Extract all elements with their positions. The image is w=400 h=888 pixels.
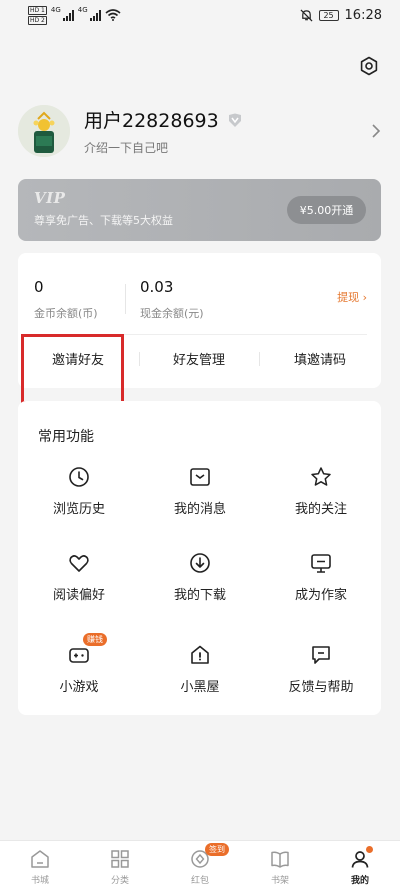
friend-management-button[interactable]: 好友管理	[173, 349, 225, 368]
cash-balance-value: 0.03	[140, 278, 174, 296]
avatar-image	[18, 105, 70, 157]
vip-card[interactable]: VIP 尊享免广告、下载等5大权益 ¥5.00开通	[18, 179, 381, 241]
clock-time: 16:28	[344, 7, 382, 23]
redpacket-icon: 签到	[189, 843, 229, 870]
bottom-tab-bar: 书城 分类 签到 红包 书架 我的	[0, 840, 400, 888]
func-label: 小游戏	[59, 680, 99, 695]
gear-icon	[360, 56, 378, 76]
network-type-2: 4G	[77, 5, 88, 14]
status-bar-right: 25 16:28	[300, 8, 382, 23]
func-label: 我的消息	[173, 502, 226, 517]
func-label: 小黑屋	[180, 680, 220, 695]
tab-label: 书架	[270, 876, 289, 886]
action-divider	[259, 352, 260, 366]
battery-icon: 25	[318, 9, 339, 21]
tab-label: 红包	[190, 876, 209, 886]
common-functions-card: 常用功能 浏览历史 我的消息 我的关注 阅读偏好 我的下载 成为作家 赚钱 小游…	[18, 401, 381, 715]
sim2-label: HD 2	[28, 15, 47, 25]
feedback-icon	[309, 643, 333, 667]
coin-balance-label: 金币余额(币)	[34, 307, 98, 320]
tab-category[interactable]: 分类	[80, 841, 160, 888]
gamepad-icon: 赚钱	[67, 633, 107, 667]
func-feedback-help[interactable]: 反馈与帮助	[261, 643, 381, 705]
heart-icon	[67, 551, 91, 575]
signal-icon	[62, 9, 74, 21]
func-my-downloads[interactable]: 我的下载	[140, 551, 260, 613]
func-browse-history[interactable]: 浏览历史	[19, 465, 139, 527]
profile-text: 用户22828693 介绍一下自己吧	[84, 106, 370, 156]
action-divider	[139, 352, 140, 366]
func-reading-preference[interactable]: 阅读偏好	[19, 551, 139, 613]
vip-subscribe-button[interactable]: ¥5.00开通	[287, 196, 366, 224]
avatar[interactable]	[18, 105, 70, 157]
signal-icon-2	[89, 9, 101, 21]
download-icon	[188, 551, 212, 575]
tab-label: 我的	[350, 876, 369, 886]
house-icon	[188, 643, 212, 667]
tab-label: 书城	[30, 876, 49, 886]
balance-divider	[125, 284, 126, 314]
tab-bookstore[interactable]: 书城	[0, 841, 80, 888]
notification-dot	[366, 846, 373, 853]
username: 用户22828693	[84, 110, 219, 132]
clock-icon	[67, 465, 91, 489]
highlight-box	[21, 334, 124, 404]
profile-icon	[349, 846, 373, 870]
func-label: 我的关注	[294, 502, 347, 517]
tab-label: 分类	[110, 876, 129, 886]
status-bar: HD 1 HD 2 4G 4G 25 16:28	[0, 0, 400, 30]
func-label: 浏览历史	[52, 502, 105, 517]
tab-bookshelf[interactable]: 书架	[240, 841, 320, 888]
coin-balance[interactable]: 0 金币余额(币)	[34, 278, 98, 321]
func-blackhouse[interactable]: 小黑屋	[140, 643, 260, 705]
func-label: 成为作家	[294, 588, 347, 603]
func-label: 阅读偏好	[52, 588, 105, 603]
message-icon	[188, 465, 212, 489]
settings-button[interactable]	[358, 55, 380, 77]
profile-header[interactable]: 用户22828693 介绍一下自己吧	[18, 102, 382, 160]
profile-bio: 介绍一下自己吧	[84, 141, 169, 155]
network-type-1: 4G	[50, 5, 61, 14]
wifi-icon	[105, 9, 121, 21]
common-functions-title: 常用功能	[38, 429, 94, 445]
tab-red-packet[interactable]: 签到 红包	[160, 841, 240, 888]
bookstore-icon	[29, 848, 51, 870]
func-label: 反馈与帮助	[288, 680, 354, 695]
earn-badge: 赚钱	[83, 633, 107, 646]
writer-icon	[309, 551, 333, 575]
withdraw-link[interactable]: 提现 ›	[337, 289, 367, 305]
enter-invite-code-button[interactable]: 填邀请码	[294, 349, 346, 368]
username-row: 用户22828693	[84, 106, 370, 133]
tab-mine[interactable]: 我的	[320, 841, 400, 888]
cash-balance-label: 现金余额(元)	[140, 307, 204, 320]
signin-badge: 签到	[205, 843, 229, 856]
mute-bell-icon	[300, 9, 313, 21]
sim-indicator: HD 1 HD 2	[28, 5, 47, 25]
func-label: 我的下载	[173, 588, 226, 603]
func-become-writer[interactable]: 成为作家	[261, 551, 381, 613]
chevron-right-icon	[372, 124, 381, 138]
sim1-label: HD 1	[28, 5, 47, 15]
cash-balance[interactable]: 0.03 现金余额(元)	[140, 278, 204, 321]
status-bar-left: HD 1 HD 2 4G 4G	[28, 5, 121, 25]
func-mini-games[interactable]: 赚钱 小游戏	[19, 633, 139, 705]
vip-crown-icon	[228, 113, 241, 127]
func-my-following[interactable]: 我的关注	[261, 465, 381, 527]
category-icon	[109, 848, 131, 870]
coin-balance-value: 0	[34, 278, 44, 296]
func-my-messages[interactable]: 我的消息	[140, 465, 260, 527]
bookshelf-icon	[269, 848, 291, 870]
star-icon	[309, 465, 333, 489]
